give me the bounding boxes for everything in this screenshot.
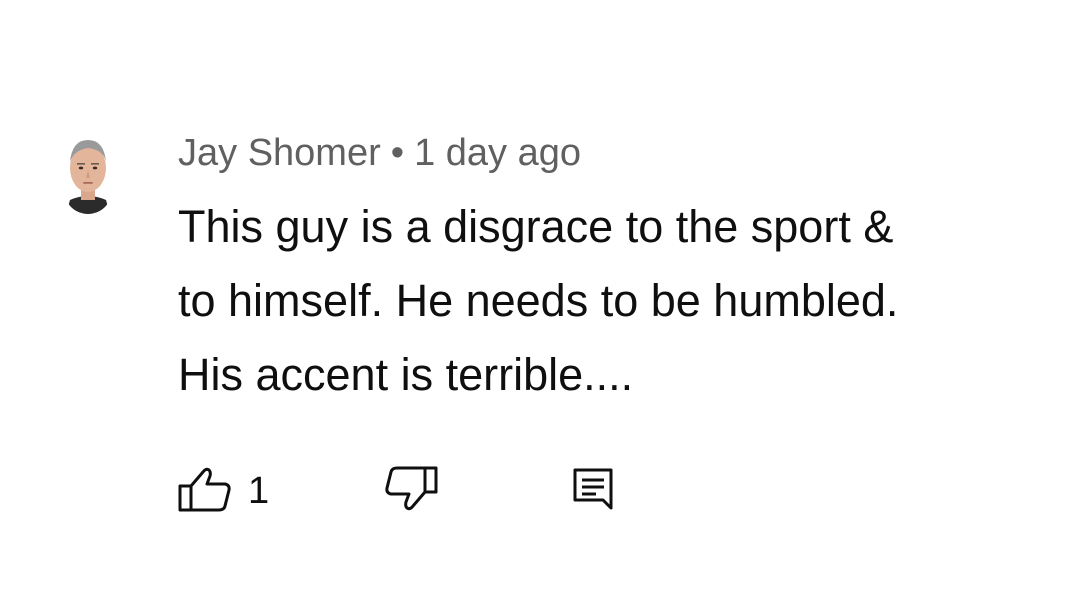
comment-text-line: This guy is a disgrace to the sport &	[178, 201, 894, 252]
meta-separator: •	[390, 132, 405, 174]
reply-button[interactable]	[572, 466, 614, 516]
author-name[interactable]: Jay Shomer	[178, 132, 381, 174]
comment-meta: Jay Shomer • 1 day ago	[178, 128, 581, 178]
comment-text-line: His accent is terrible....	[178, 349, 634, 400]
avatar-image	[64, 130, 112, 214]
thumbs-up-icon	[178, 466, 232, 517]
comment-card: Jay Shomer • 1 day ago This guy is a disgr…	[0, 0, 1065, 600]
avatar[interactable]	[64, 130, 112, 214]
comment-timestamp[interactable]: 1 day ago	[414, 132, 581, 174]
comment-text: This guy is a disgrace to the sport & to…	[178, 190, 1058, 412]
like-count: 1	[248, 470, 270, 512]
comment-text-line: to himself. He needs to be humbled.	[178, 275, 899, 326]
comment-reply-icon	[572, 466, 614, 517]
dislike-button[interactable]	[384, 466, 438, 516]
thumbs-down-icon	[384, 466, 438, 517]
like-button[interactable]: 1	[178, 466, 269, 516]
